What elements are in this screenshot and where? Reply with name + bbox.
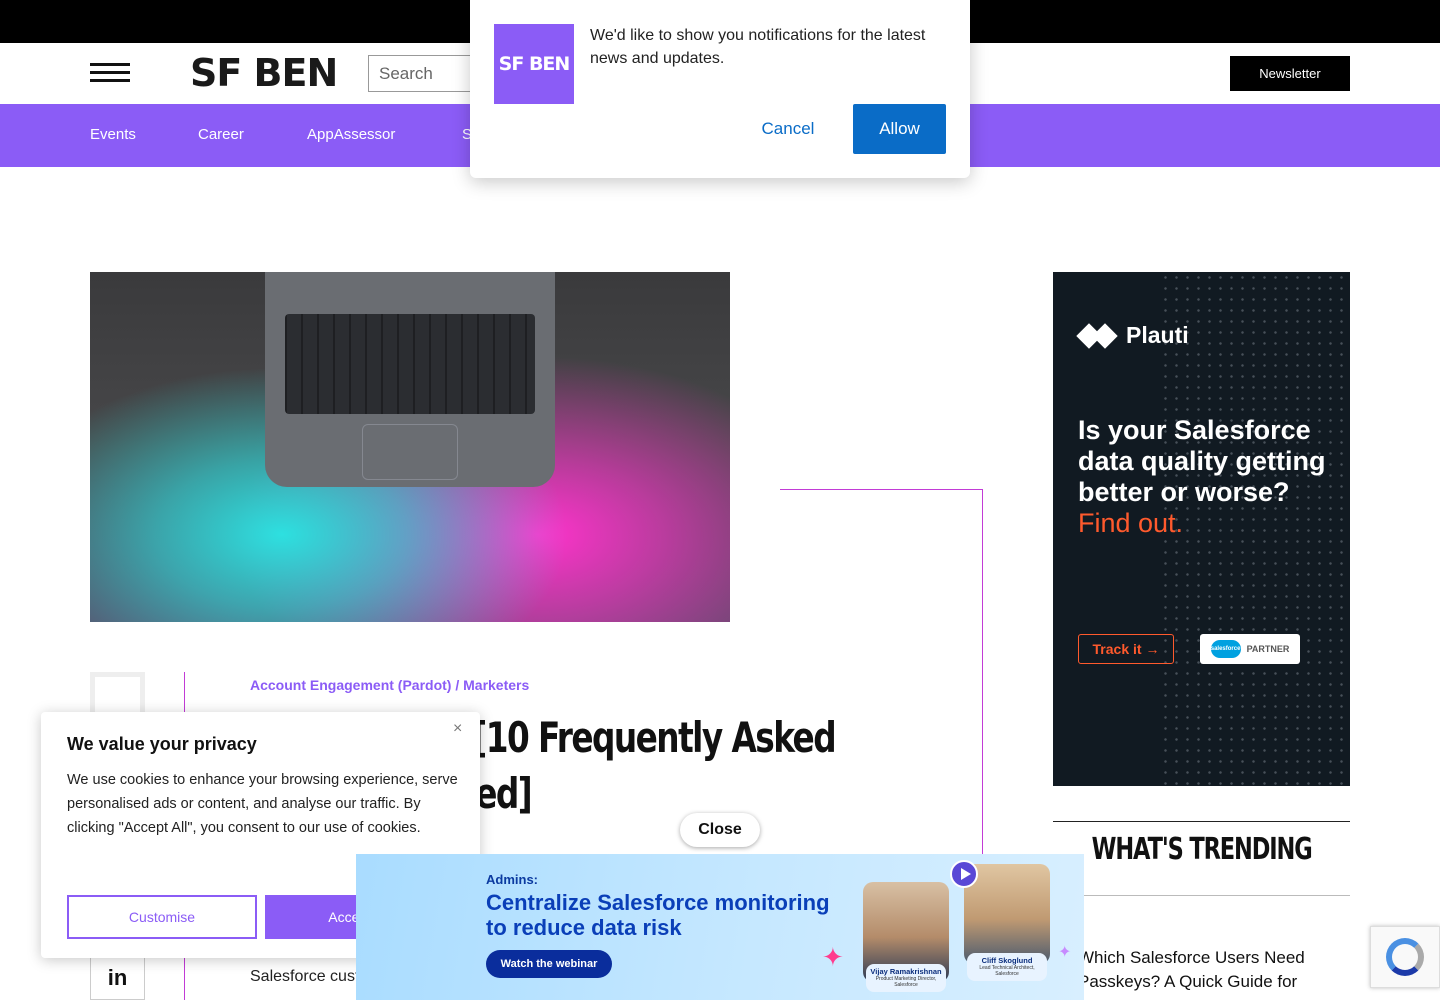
- nav-item-appassessor[interactable]: AppAssessor: [307, 126, 395, 143]
- banner-title: Centralize Salesforce monitoring to redu…: [486, 890, 830, 940]
- decorative-line: [780, 489, 983, 490]
- notification-allow-button[interactable]: Allow: [853, 104, 946, 154]
- sparkle-icon: ✦: [1058, 944, 1072, 961]
- bottom-ad-close-button[interactable]: Close: [680, 813, 760, 847]
- sidebar-ad[interactable]: Plauti Is your Salesforce data quality g…: [1053, 272, 1350, 786]
- laptop-illustration: [265, 272, 555, 487]
- notification-cancel-button[interactable]: Cancel: [732, 104, 844, 154]
- article-headline: P [10 Frequently Asked ered]: [440, 713, 837, 818]
- divider: [1053, 821, 1350, 822]
- recaptcha-icon: [1386, 938, 1424, 976]
- speaker-name-tag: Vijay Ramakrishnan Product Marketing Dir…: [866, 964, 946, 992]
- notification-logo: SF BEN: [494, 24, 574, 104]
- speaker-name-tag: Cliff Skoglund Lead Technical Architect,…: [967, 953, 1047, 981]
- cookie-customise-button[interactable]: Customise: [67, 895, 257, 939]
- cookie-title: We value your privacy: [67, 734, 257, 754]
- salesforce-cloud-icon: salesforce: [1210, 640, 1241, 658]
- article-category[interactable]: Account Engagement (Pardot) / Marketers: [250, 677, 529, 693]
- play-icon[interactable]: [950, 860, 978, 888]
- banner-webinar-button[interactable]: Watch the webinar: [486, 950, 612, 978]
- divider: [1053, 895, 1350, 896]
- ad-track-button[interactable]: Track it →: [1078, 634, 1174, 664]
- plauti-logo-icon: [1076, 322, 1118, 349]
- decorative-line: [982, 489, 983, 869]
- nav-item-career[interactable]: Career: [198, 126, 244, 143]
- site-logo[interactable]: SF BEN: [190, 53, 338, 93]
- ad-headline: Is your Salesforce data quality getting …: [1078, 415, 1328, 539]
- sparkle-icon: ✦: [822, 942, 844, 972]
- newsletter-button[interactable]: Newsletter: [1230, 56, 1350, 91]
- hero-image: [90, 272, 730, 622]
- salesforce-partner-badge: salesforce PARTNER: [1200, 634, 1300, 664]
- cookie-body: We use cookies to enhance your browsing …: [67, 772, 458, 836]
- recaptcha-badge[interactable]: [1370, 926, 1440, 988]
- linkedin-share-icon[interactable]: in: [90, 955, 145, 1000]
- bottom-banner-ad[interactable]: Admins: Centralize Salesforce monitoring…: [356, 854, 1084, 1000]
- banner-eyebrow: Admins:: [486, 872, 538, 887]
- ad-cta-text: Find out.: [1078, 508, 1184, 538]
- nav-item-events[interactable]: Events: [90, 126, 136, 143]
- push-notification-prompt: SF BEN We'd like to show you notificatio…: [470, 0, 970, 178]
- plauti-logo: Plauti: [1076, 322, 1189, 349]
- close-icon[interactable]: ×: [453, 720, 462, 738]
- trending-item-link[interactable]: Which Salesforce Users Need Passkeys? A …: [1078, 946, 1338, 994]
- article-body: Salesforce cust: [250, 968, 360, 985]
- trending-heading: WHAT'S TRENDING: [1091, 832, 1313, 867]
- hamburger-menu-icon[interactable]: [90, 63, 130, 85]
- notification-message: We'd like to show you notifications for …: [590, 27, 926, 67]
